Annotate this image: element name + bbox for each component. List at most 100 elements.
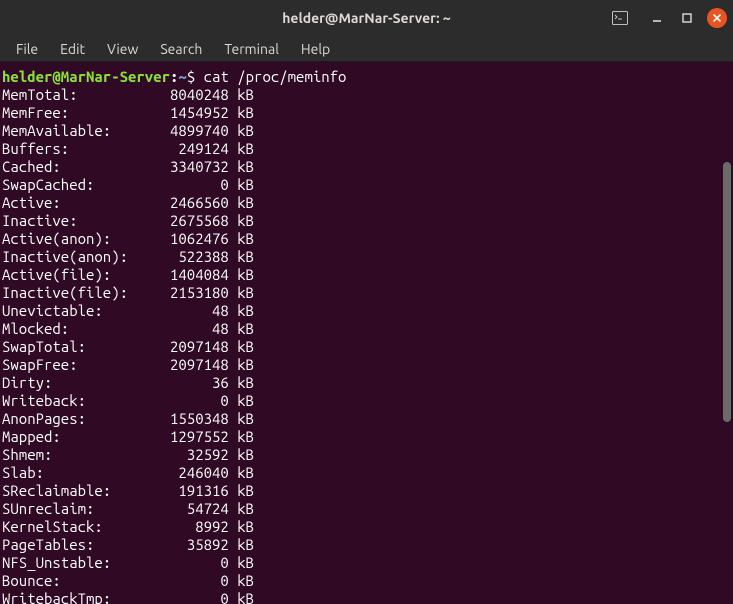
meminfo-unit: kB — [229, 140, 254, 157]
meminfo-unit: kB — [229, 518, 254, 535]
meminfo-row: Mlocked: 48 kB — [2, 320, 733, 338]
meminfo-value: 191316 — [136, 482, 228, 500]
meminfo-row: Inactive(file): 2153180 kB — [2, 284, 733, 302]
meminfo-key: AnonPages: — [2, 410, 136, 428]
meminfo-key: SReclaimable: — [2, 482, 136, 500]
meminfo-key: Inactive(anon): — [2, 248, 136, 266]
meminfo-key: Slab: — [2, 464, 136, 482]
meminfo-value: 8040248 — [136, 86, 228, 104]
meminfo-key: Active(file): — [2, 266, 136, 284]
meminfo-row: Bounce: 0 kB — [2, 572, 733, 590]
meminfo-value: 249124 — [136, 140, 228, 158]
meminfo-key: KernelStack: — [2, 518, 136, 536]
meminfo-row: MemTotal: 8040248 kB — [2, 86, 733, 104]
meminfo-key: MemAvailable: — [2, 122, 136, 140]
meminfo-value: 36 — [136, 374, 228, 392]
meminfo-value: 1454952 — [136, 104, 228, 122]
meminfo-key: Active: — [2, 194, 136, 212]
maximize-button[interactable] — [677, 8, 697, 28]
meminfo-key: Cached: — [2, 158, 136, 176]
meminfo-value: 2675568 — [136, 212, 228, 230]
meminfo-value: 522388 — [136, 248, 228, 266]
meminfo-value: 1550348 — [136, 410, 228, 428]
meminfo-row: SwapCached: 0 kB — [2, 176, 733, 194]
meminfo-value: 246040 — [136, 464, 228, 482]
meminfo-key: MemTotal: — [2, 86, 136, 104]
meminfo-value: 1404084 — [136, 266, 228, 284]
minimize-button[interactable] — [647, 8, 667, 28]
meminfo-value: 2097148 — [136, 338, 228, 356]
meminfo-key: Mapped: — [2, 428, 136, 446]
meminfo-key: Bounce: — [2, 572, 136, 590]
meminfo-value: 8992 — [136, 518, 228, 536]
scrollbar-track[interactable] — [723, 62, 731, 592]
menu-search[interactable]: Search — [150, 39, 212, 59]
meminfo-unit: kB — [229, 428, 254, 445]
meminfo-key: NFS_Unstable: — [2, 554, 136, 572]
meminfo-row: NFS_Unstable: 0 kB — [2, 554, 733, 572]
meminfo-unit: kB — [229, 338, 254, 355]
meminfo-row: Inactive: 2675568 kB — [2, 212, 733, 230]
meminfo-key: Active(anon): — [2, 230, 136, 248]
meminfo-row: MemAvailable: 4899740 kB — [2, 122, 733, 140]
meminfo-row: Writeback: 0 kB — [2, 392, 733, 410]
meminfo-row: Unevictable: 48 kB — [2, 302, 733, 320]
meminfo-unit: kB — [229, 302, 254, 319]
meminfo-key: SUnreclaim: — [2, 500, 136, 518]
meminfo-key: WritebackTmp: — [2, 590, 136, 604]
scrollbar-handle[interactable] — [723, 162, 731, 422]
meminfo-row: Dirty: 36 kB — [2, 374, 733, 392]
meminfo-key: SwapFree: — [2, 356, 136, 374]
menu-edit[interactable]: Edit — [50, 39, 95, 59]
meminfo-unit: kB — [229, 572, 254, 589]
meminfo-unit: kB — [229, 230, 254, 247]
terminal-viewport[interactable]: helder@MarNar-Server:~$ cat /proc/meminf… — [0, 62, 733, 604]
meminfo-value: 2097148 — [136, 356, 228, 374]
meminfo-row: Cached: 3340732 kB — [2, 158, 733, 176]
meminfo-unit: kB — [229, 392, 254, 409]
meminfo-unit: kB — [229, 554, 254, 571]
meminfo-unit: kB — [229, 158, 254, 175]
meminfo-key: Shmem: — [2, 446, 136, 464]
meminfo-row: Active(anon): 1062476 kB — [2, 230, 733, 248]
meminfo-row: Slab: 246040 kB — [2, 464, 733, 482]
meminfo-value: 54724 — [136, 500, 228, 518]
terminal-launcher-icon[interactable] — [611, 9, 629, 27]
meminfo-value: 1297552 — [136, 428, 228, 446]
meminfo-unit: kB — [229, 356, 254, 373]
meminfo-unit: kB — [229, 482, 254, 499]
window-title: helder@MarNar-Server: ~ — [282, 10, 451, 26]
meminfo-unit: kB — [229, 122, 254, 139]
close-button[interactable] — [707, 8, 727, 28]
menu-help[interactable]: Help — [291, 39, 340, 59]
meminfo-row: SReclaimable: 191316 kB — [2, 482, 733, 500]
meminfo-unit: kB — [229, 320, 254, 337]
window-titlebar: helder@MarNar-Server: ~ — [0, 0, 733, 36]
menu-view[interactable]: View — [97, 39, 148, 59]
meminfo-unit: kB — [229, 410, 254, 427]
meminfo-row: MemFree: 1454952 kB — [2, 104, 733, 122]
meminfo-row: WritebackTmp: 0 kB — [2, 590, 733, 604]
meminfo-row: KernelStack: 8992 kB — [2, 518, 733, 536]
meminfo-row: Mapped: 1297552 kB — [2, 428, 733, 446]
meminfo-value: 0 — [136, 392, 228, 410]
meminfo-value: 35892 — [136, 536, 228, 554]
meminfo-key: Unevictable: — [2, 302, 136, 320]
meminfo-key: Dirty: — [2, 374, 136, 392]
prompt-path: ~ — [178, 68, 186, 85]
meminfo-row: Shmem: 32592 kB — [2, 446, 733, 464]
meminfo-row: Active(file): 1404084 kB — [2, 266, 733, 284]
prompt-dollar: $ — [187, 68, 204, 85]
meminfo-value: 3340732 — [136, 158, 228, 176]
meminfo-row: SUnreclaim: 54724 kB — [2, 500, 733, 518]
menubar: File Edit View Search Terminal Help — [0, 36, 733, 62]
meminfo-unit: kB — [229, 248, 254, 265]
meminfo-row: PageTables: 35892 kB — [2, 536, 733, 554]
meminfo-row: AnonPages: 1550348 kB — [2, 410, 733, 428]
prompt-user-host: helder@MarNar-Server — [2, 68, 170, 85]
menu-file[interactable]: File — [6, 39, 48, 59]
command-text: cat /proc/meminfo — [204, 68, 347, 85]
meminfo-row: SwapFree: 2097148 kB — [2, 356, 733, 374]
meminfo-unit: kB — [229, 464, 254, 481]
menu-terminal[interactable]: Terminal — [214, 39, 289, 59]
